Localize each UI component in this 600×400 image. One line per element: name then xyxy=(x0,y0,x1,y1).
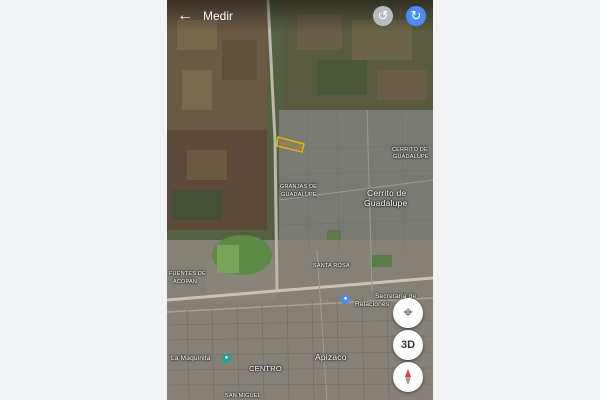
my-location-button[interactable]: ⌖ xyxy=(393,298,423,328)
label-cerrito-1: Cerrito de xyxy=(367,188,407,198)
label-cerrito-small-1: CERRITO DE xyxy=(392,147,428,153)
label-cerrito-2: Guadalupe xyxy=(364,198,408,208)
compass-icon xyxy=(405,369,411,385)
label-secretaria-2: Relaciones xyxy=(355,301,390,308)
label-maquinita: La Maquinita xyxy=(171,355,211,362)
label-centro: CENTRO xyxy=(249,364,282,373)
undo-icon[interactable]: ↺ xyxy=(373,6,393,26)
label-fuentes-1: FUENTES DE xyxy=(169,271,206,277)
label-cerrito-small-2: GUADALUPE xyxy=(393,154,429,160)
page-title: Medir xyxy=(203,9,234,23)
my-location-icon: ⌖ xyxy=(403,303,413,322)
label-santa-rosa: SANTA ROSA xyxy=(313,263,350,269)
label-granjas-2: GUADALUPE xyxy=(281,192,317,198)
label-san-miguel: SAN MIGUEL xyxy=(225,393,261,399)
phone-screen: CERRITO DE GUADALUPE GRANJAS DE GUADALUP… xyxy=(167,0,433,400)
compass-button[interactable] xyxy=(393,362,423,392)
label-granjas-1: GRANJAS DE xyxy=(280,184,318,190)
redo-icon[interactable]: ↻ xyxy=(406,6,426,26)
three-d-button[interactable]: 3D xyxy=(393,330,423,360)
label-fuentes-2: ACOPAN xyxy=(173,279,198,285)
government-pin-icon[interactable]: ● xyxy=(341,295,350,304)
place-pin-icon[interactable]: ● xyxy=(222,354,231,363)
arrow-back-icon[interactable]: ← xyxy=(175,6,195,26)
label-apizaco: Apizaco xyxy=(315,352,347,362)
